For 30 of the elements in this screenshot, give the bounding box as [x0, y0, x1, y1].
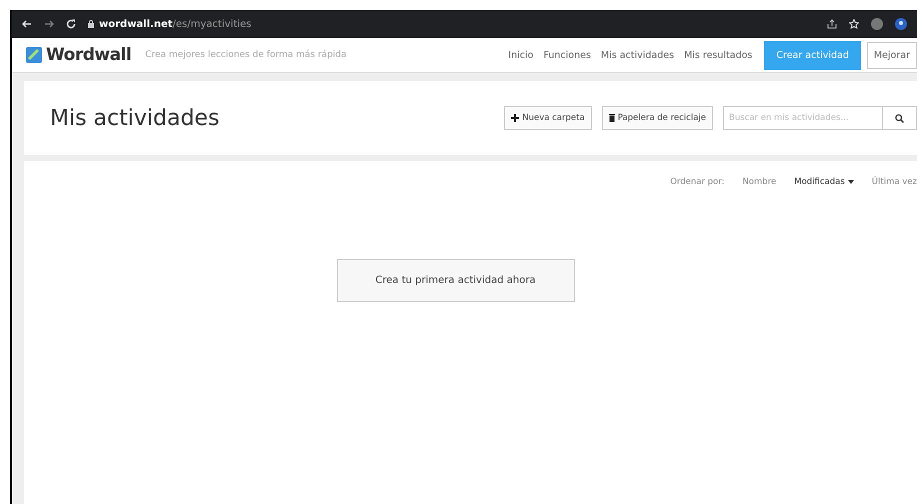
back-icon[interactable] [22, 19, 32, 29]
new-folder-button[interactable]: Nueva carpeta [504, 106, 592, 130]
sort-label: Ordenar por: [670, 177, 724, 187]
sort-option[interactable]: Nombre [742, 177, 776, 187]
sort-option[interactable]: Última vez [872, 177, 917, 187]
nav-link[interactable]: Inicio [508, 50, 534, 60]
search-button[interactable] [883, 106, 917, 130]
extension-icon[interactable] [871, 18, 883, 30]
create-first-activity-button[interactable]: Crea tu primera actividad ahora [336, 259, 574, 302]
nav-link[interactable]: Funciones [543, 50, 591, 60]
page-title: Mis actividades [50, 106, 220, 130]
logo-text[interactable]: Wordwall [46, 45, 132, 65]
lock-icon [88, 20, 94, 28]
upgrade-button[interactable]: Mejorar [866, 42, 917, 68]
nav-link[interactable]: Mis resultados [684, 50, 752, 60]
search-field[interactable]: Buscar en mis actividades... [723, 106, 883, 130]
star-icon[interactable] [849, 19, 859, 29]
search-icon [895, 114, 904, 122]
profile-icon[interactable] [895, 18, 907, 30]
nav-link[interactable]: Mis actividades [600, 50, 674, 60]
reload-icon[interactable] [66, 19, 76, 29]
share-icon[interactable] [827, 19, 837, 29]
trash-icon [608, 114, 615, 122]
forward-icon[interactable] [44, 19, 54, 29]
recycle-bin-button[interactable]: Papelera de reciclaje [602, 106, 713, 130]
plus-icon [511, 114, 520, 122]
logo-icon [26, 47, 42, 63]
url-text[interactable]: wordwall.net/es/myactivities [99, 18, 252, 30]
sort-option[interactable]: Modificadas [794, 177, 854, 187]
tagline: Crea mejores lecciones de forma más rápida [145, 50, 347, 60]
